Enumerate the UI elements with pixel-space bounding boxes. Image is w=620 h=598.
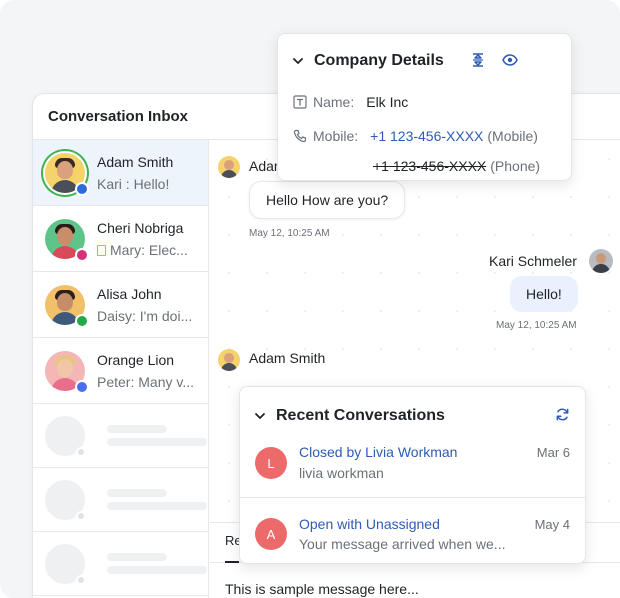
conversation-preview: Mary: Elec... [97,242,205,258]
avatar [589,249,613,273]
eye-icon[interactable] [501,52,519,68]
conversation-list: Adam Smith Kari : Hello! Cheri Nobriga M… [33,140,209,598]
conversation-name: Orange Lion [97,351,175,368]
conversation-preview: Peter: Many v... [97,373,194,390]
avatar [45,284,89,328]
company-mobile-row: Mobile: +1 123-456-XXXX (Mobile) [293,128,538,144]
phone-type: (Phone) [490,158,541,174]
conversation-item-alisa-john[interactable]: Alisa John Daisy: I'm doi... [33,272,208,338]
conversation-preview: Kari : Hello! [97,175,170,192]
conversation-name: Adam Smith [97,153,174,170]
recent-conversation-item[interactable]: L Closed by Livia Workman livia workman … [240,429,585,501]
mobile-number-link[interactable]: +1 123-456-XXXX [370,128,483,144]
chevron-down-icon[interactable] [292,55,304,67]
recent-conversation-status[interactable]: Closed by Livia Workman [299,444,457,460]
avatar: L [255,447,287,479]
messenger-icon [75,379,89,394]
message-sender: Kari Schmeler [489,253,577,269]
message-sender: Adam Smith [249,350,326,366]
name-label: Name: [313,94,355,110]
message-input[interactable]: This is sample message here... [225,581,419,597]
inbox-title: Conversation Inbox [48,108,189,125]
recent-conversation-status[interactable]: Open with Unassigned [299,516,440,532]
skeleton-conversation-item [33,532,208,596]
recent-conversations-title: Recent Conversations [276,407,445,424]
divider [240,497,585,498]
instagram-icon [75,247,89,262]
conversation-name: Alisa John [97,285,162,302]
recent-conversation-subtitle: Your message arrived when we... [299,536,506,552]
avatar [45,218,89,262]
whatsapp-icon [75,313,89,328]
recent-conversation-subtitle: livia workman [299,465,384,481]
conversation-item-adam-smith[interactable]: Adam Smith Kari : Hello! [33,140,208,206]
document-icon [97,244,106,256]
conversation-name: Cheri Nobriga [97,219,184,236]
message-timestamp: May 12, 10:25 AM [249,228,330,239]
company-name-row: Name: Elk Inc [293,94,408,110]
message-bubble: Hello How are you? [249,181,406,219]
conversation-item-cheri-nobriga[interactable]: Cheri Nobriga Mary: Elec... [33,206,208,272]
name-value: Elk Inc [366,94,409,110]
recent-conversation-item[interactable]: A Open with Unassigned Your message arri… [240,501,585,573]
text-icon [293,95,307,109]
avatar [218,156,240,178]
chat-icon [75,181,89,196]
message-timestamp: May 12, 10:25 AM [496,320,577,331]
collapse-vertical-icon[interactable] [470,52,486,68]
recent-conversation-date: May 4 [534,517,570,532]
active-tab-indicator [225,561,239,563]
avatar: A [255,518,287,550]
refresh-icon[interactable] [553,405,571,423]
recent-conversation-date: Mar 6 [536,445,570,460]
avatar [45,350,89,394]
company-phone-row: +1 123-456-XXXX (Phone) [373,158,540,174]
conversation-item-orange-lion[interactable]: Orange Lion Peter: Many v... [33,338,208,404]
skeleton-conversation-item [33,404,208,468]
mobile-label: Mobile: [313,128,359,144]
company-details-card: Company Details Name: Elk Inc Mobile: +1… [277,33,572,181]
company-details-title: Company Details [314,52,444,69]
phone-number: +1 123-456-XXXX [373,158,487,174]
avatar [45,152,89,196]
skeleton-conversation-item [33,468,208,532]
recent-conversations-card: Recent Conversations L Closed by Livia W… [239,386,586,564]
message-bubble: Hello! [510,276,578,312]
avatar [218,349,240,371]
chevron-down-icon[interactable] [254,410,266,422]
mobile-type: (Mobile) [487,128,538,144]
phone-icon [293,129,307,143]
conversation-preview: Daisy: I'm doi... [97,307,193,324]
